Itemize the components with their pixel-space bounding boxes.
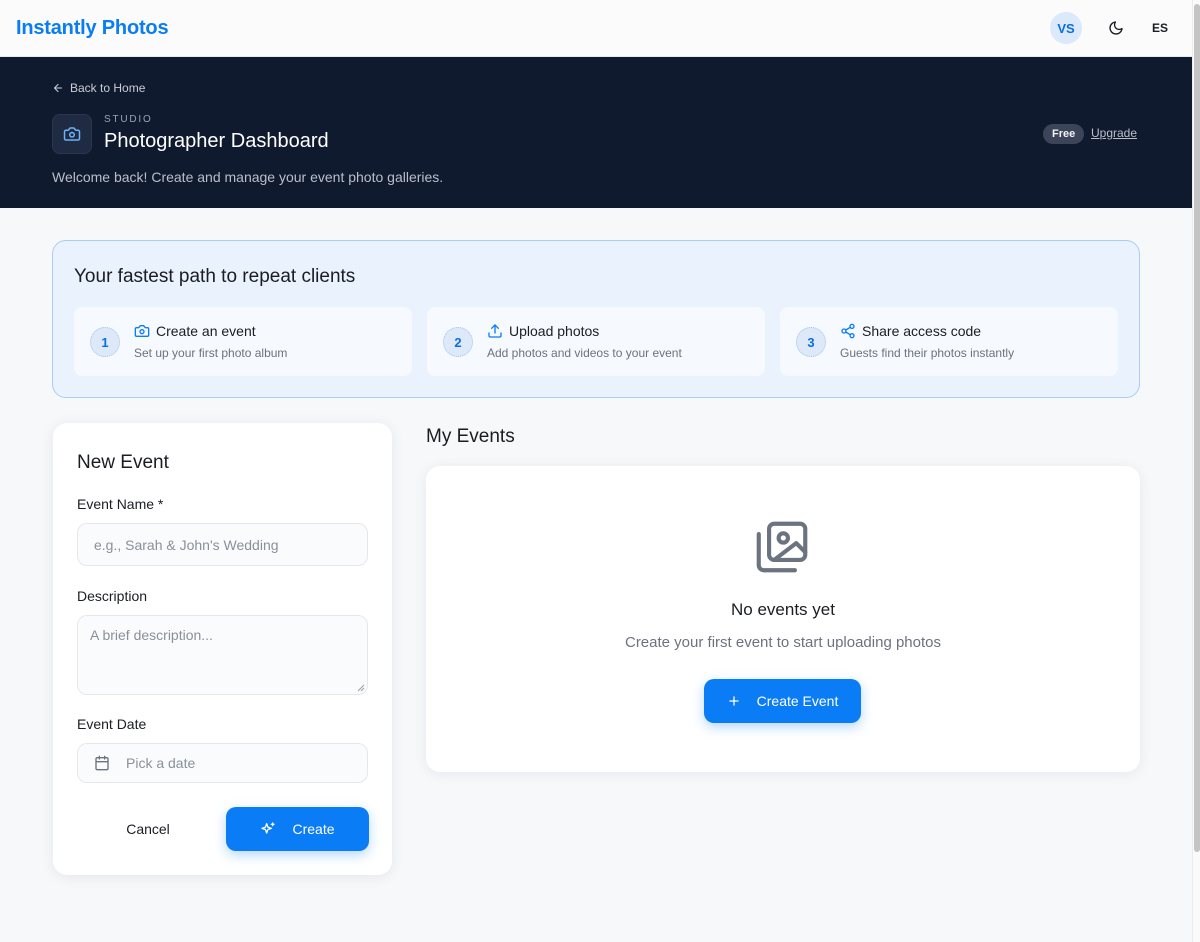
event-name-placeholder: e.g., Sarah & John's Wedding xyxy=(94,536,279,553)
user-avatar[interactable]: VS xyxy=(1050,12,1082,44)
empty-state-subtitle: Create your first event to start uploadi… xyxy=(624,634,941,651)
theme-toggle-button[interactable] xyxy=(1100,12,1132,44)
new-event-form: New Event Event Name * e.g., Sarah & Joh… xyxy=(53,423,392,875)
step-description: Guests find their photos instantly xyxy=(840,346,1015,360)
language-switch[interactable]: ES xyxy=(1144,12,1176,44)
step-number: 1 xyxy=(90,327,120,357)
sparkles-icon xyxy=(261,822,276,834)
onboarding-panel: Your fastest path to repeat clients 1 Cr… xyxy=(52,240,1140,398)
step-number: 2 xyxy=(443,327,473,357)
page-subtitle: Welcome back! Create and manage your eve… xyxy=(52,169,444,185)
step-number: 3 xyxy=(796,327,826,357)
empty-state-title: No events yet xyxy=(731,600,835,619)
step-title: Upload photos xyxy=(509,323,600,339)
onboarding-step-share-code: 3 Share access code Guests find their ph… xyxy=(780,307,1118,376)
nav-actions: VS ES xyxy=(1050,12,1176,44)
form-title: New Event xyxy=(77,452,169,473)
onboarding-step-create-event: 1 Create an event Set up your first phot… xyxy=(74,307,412,376)
event-name-label: Event Name * xyxy=(77,496,164,512)
image-gallery-icon xyxy=(756,521,808,573)
arrow-left-icon xyxy=(53,83,63,93)
event-name-input[interactable]: e.g., Sarah & John's Wedding xyxy=(77,523,368,566)
create-button-label: Create xyxy=(292,821,335,837)
plus-icon xyxy=(728,696,739,706)
event-date-placeholder: Pick a date xyxy=(126,755,196,771)
back-to-home-link[interactable]: Back to Home xyxy=(52,81,145,95)
create-button[interactable]: Create xyxy=(226,807,369,851)
step-description: Set up your first photo album xyxy=(134,346,288,360)
back-link-label: Back to Home xyxy=(70,81,146,95)
cancel-button[interactable]: Cancel xyxy=(77,807,219,851)
description-textarea[interactable]: A brief description... xyxy=(77,615,368,695)
plan-badge: Free xyxy=(1043,124,1085,144)
page-title: Photographer Dashboard xyxy=(104,130,329,152)
upgrade-link[interactable]: Upgrade xyxy=(1091,126,1137,140)
brand-logo[interactable]: Instantly Photos xyxy=(16,17,169,40)
resize-handle-icon[interactable] xyxy=(356,683,365,692)
moon-icon xyxy=(1109,21,1123,35)
step-title: Share access code xyxy=(862,323,982,339)
calendar-icon xyxy=(95,755,109,771)
description-placeholder: A brief description... xyxy=(90,627,213,643)
description-label: Description xyxy=(77,588,148,604)
event-date-label: Event Date xyxy=(77,716,147,732)
dashboard-header: Back to Home STUDIO Photographer Dashboa… xyxy=(0,57,1192,208)
events-empty-state: No events yet Create your first event to… xyxy=(426,466,1140,772)
onboarding-step-upload-photos: 2 Upload photos Add photos and videos to… xyxy=(427,307,765,376)
create-event-label: Create Event xyxy=(756,693,839,709)
step-description: Add photos and videos to your event xyxy=(487,346,682,360)
my-events-title: My Events xyxy=(426,426,515,447)
share-icon xyxy=(841,323,855,339)
scrollbar-thumb[interactable] xyxy=(1194,4,1200,852)
event-date-picker[interactable]: Pick a date xyxy=(77,743,368,783)
top-nav: Instantly Photos VS ES xyxy=(0,0,1192,57)
studio-eyebrow: STUDIO xyxy=(104,114,153,125)
step-title: Create an event xyxy=(156,323,256,339)
camera-icon xyxy=(63,127,81,141)
upload-icon xyxy=(488,324,502,338)
studio-camera-badge xyxy=(52,114,92,154)
onboarding-title: Your fastest path to repeat clients xyxy=(74,266,356,287)
camera-icon xyxy=(134,325,150,337)
create-event-button[interactable]: Create Event xyxy=(704,679,861,723)
page-scrollbar[interactable] xyxy=(1192,0,1200,942)
